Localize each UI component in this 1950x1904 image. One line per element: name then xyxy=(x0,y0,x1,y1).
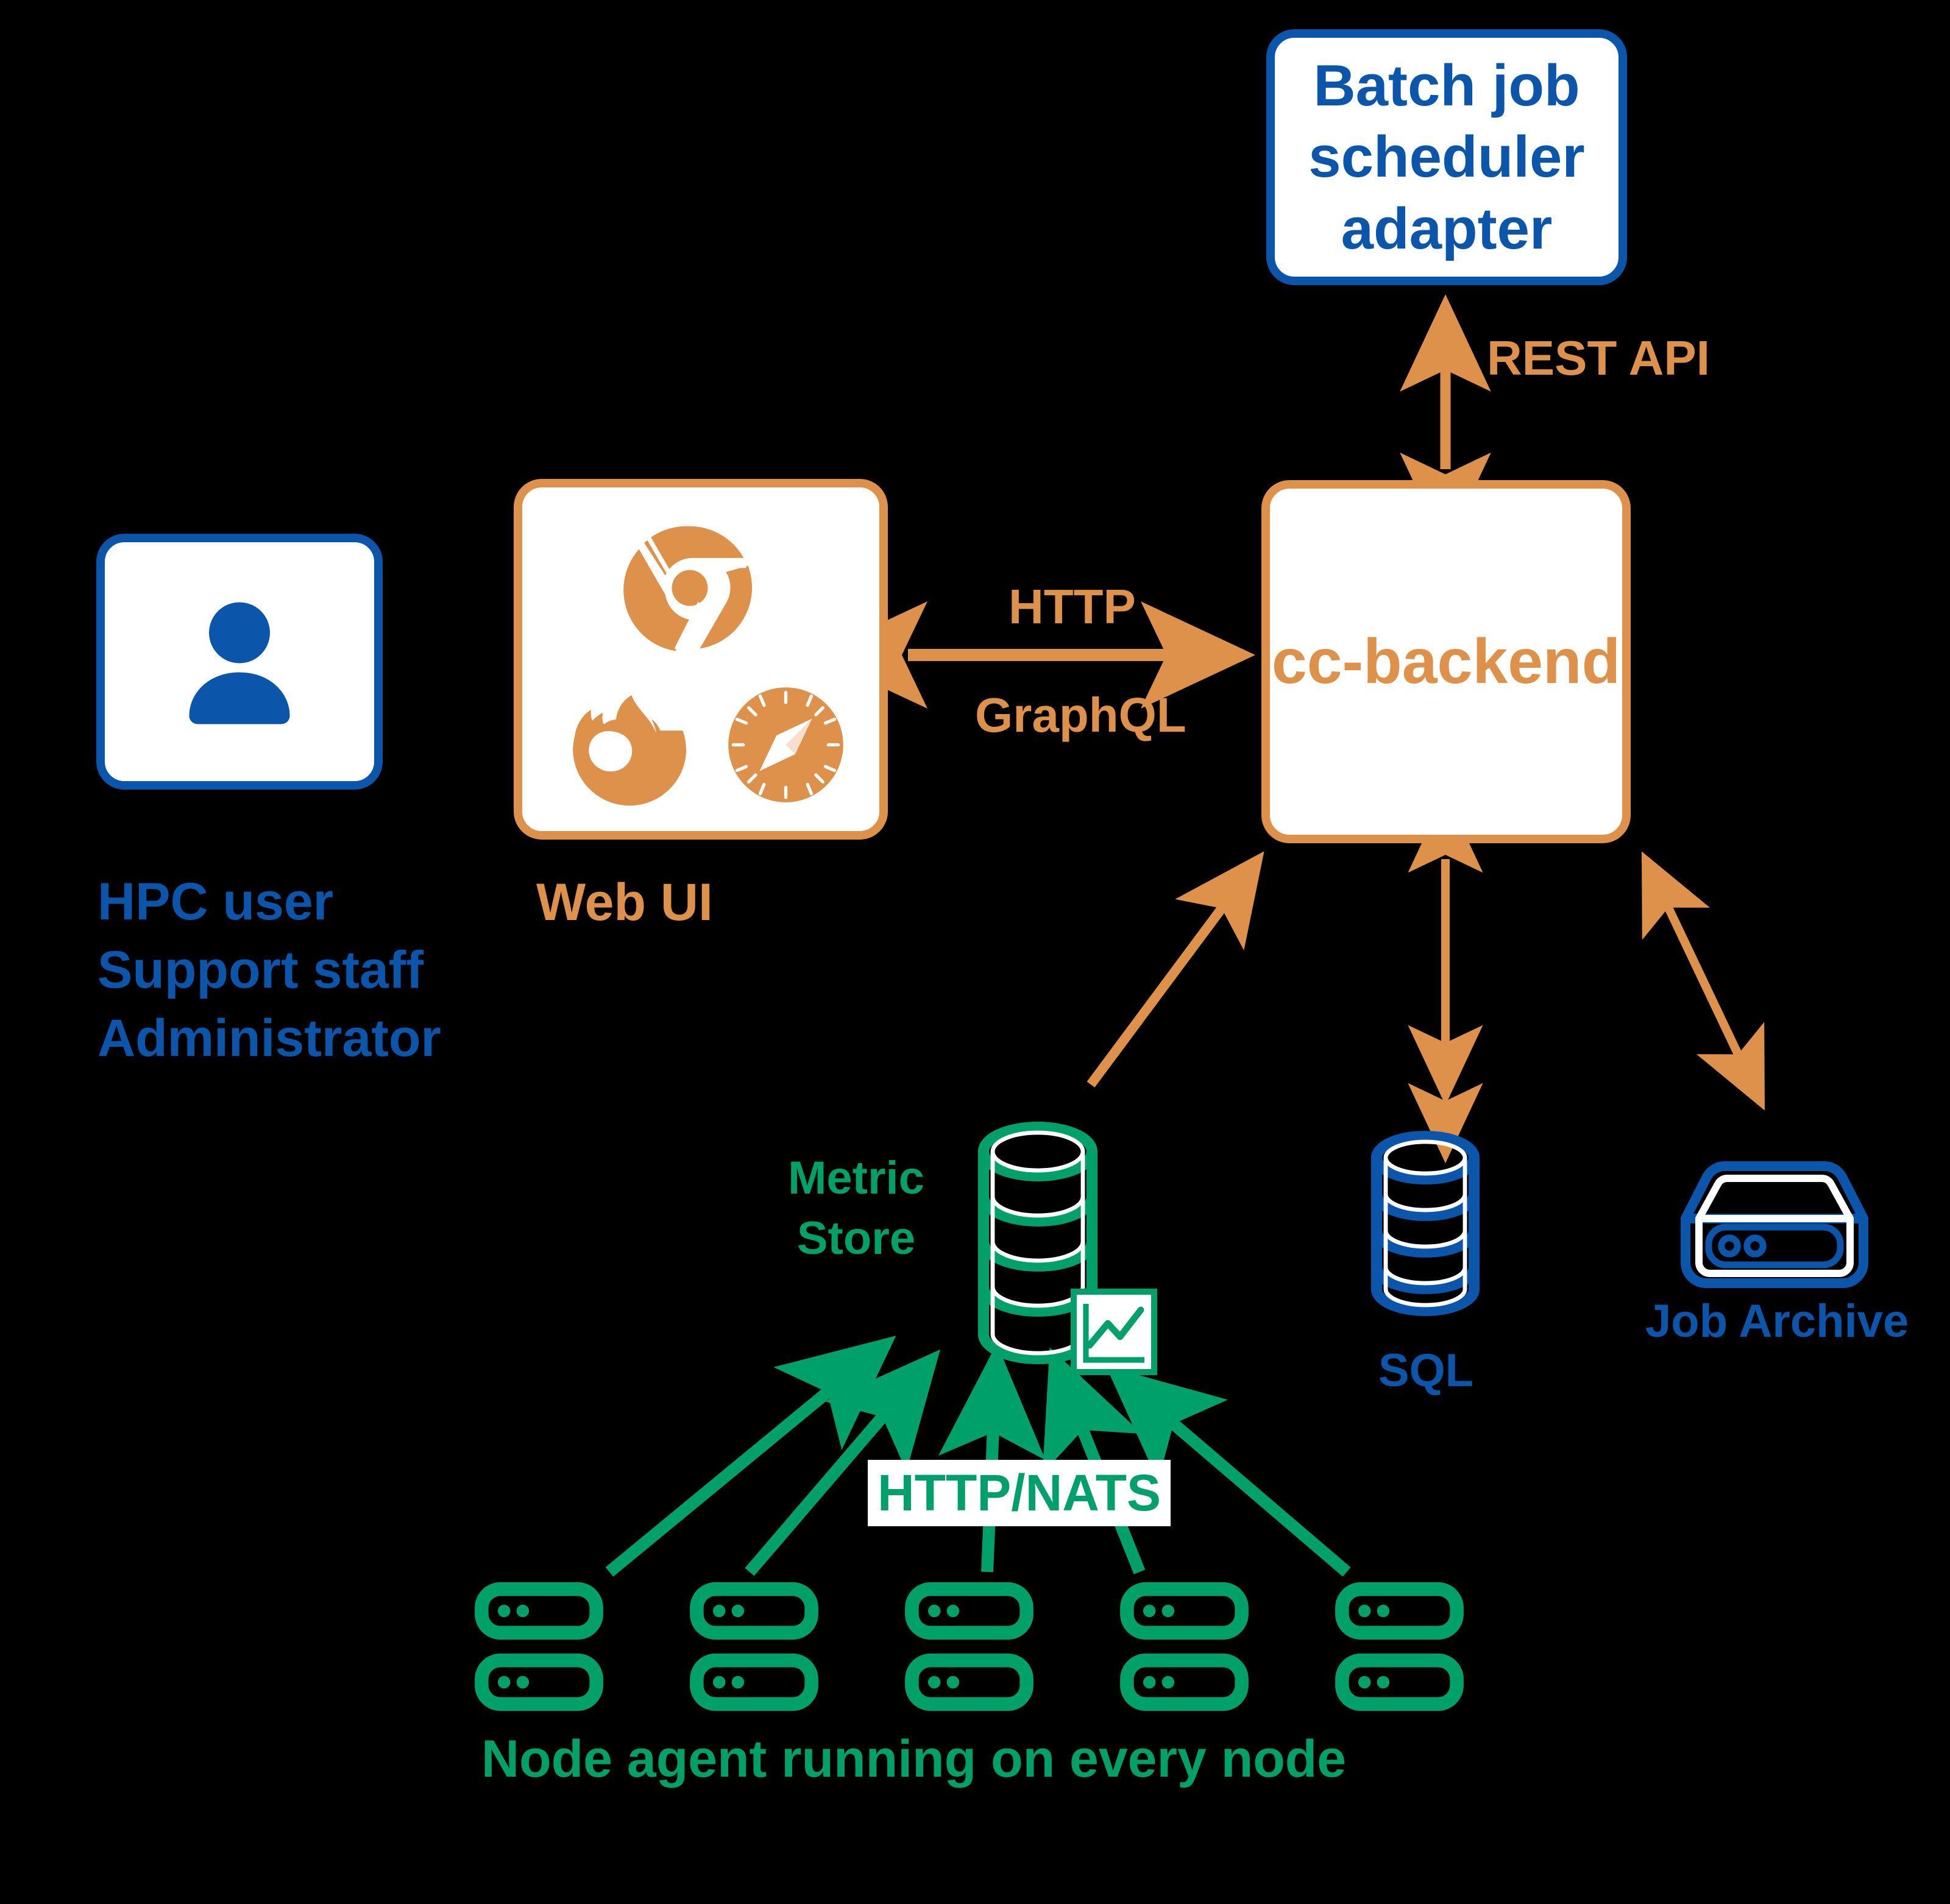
server-node-icon xyxy=(1120,1653,1249,1711)
firefox-icon xyxy=(569,695,686,806)
web-ui-box[interactable] xyxy=(514,479,888,840)
safari-icon xyxy=(728,687,843,802)
node-agent-icon[interactable] xyxy=(905,1653,1046,1716)
hard-drive-icon xyxy=(1681,1161,1868,1288)
sql-icon[interactable] xyxy=(1362,1128,1528,1323)
graphql-edge-label: GraphQL xyxy=(975,688,1186,742)
server-node-icon xyxy=(475,1582,603,1640)
database-cylinder-icon xyxy=(978,1122,1157,1375)
node-agent-icon[interactable] xyxy=(690,1582,831,1644)
line-chart-icon xyxy=(1071,1289,1157,1375)
batch-scheduler-adapter-box[interactable]: Batch job scheduler adapter xyxy=(1266,29,1627,285)
sql-caption: SQL xyxy=(1378,1345,1474,1396)
chrome-icon xyxy=(623,526,753,651)
hpc-user-box[interactable] xyxy=(96,534,383,790)
server-node-icon xyxy=(1335,1653,1464,1711)
rest-api-edge-label: REST API xyxy=(1487,331,1710,385)
hpc-user-roles-label: HPC user Support staff Administrator xyxy=(98,872,441,1067)
server-node-icon xyxy=(1120,1582,1249,1640)
server-node-icon xyxy=(905,1582,1034,1640)
cc-backend-box[interactable]: cc-backend xyxy=(1261,480,1631,843)
node-agent-icon[interactable] xyxy=(1120,1653,1261,1716)
cc-backend-label: cc-backend xyxy=(1271,626,1621,697)
node-agent-icon[interactable] xyxy=(690,1653,831,1716)
node-agent-grid xyxy=(475,1582,1476,1716)
node-agent-icon[interactable] xyxy=(1335,1653,1476,1716)
node-agent-icon[interactable] xyxy=(475,1653,615,1716)
server-node-icon xyxy=(690,1582,818,1640)
architecture-diagram: batch scheduler --> cc-backend --> SQL -… xyxy=(0,0,1950,1904)
http-nats-edge-label: HTTP/NATS xyxy=(868,1460,1171,1526)
node-agents-caption: Node agent running on every node xyxy=(481,1730,1347,1788)
server-node-icon xyxy=(1335,1582,1464,1640)
database-cylinder-icon xyxy=(1371,1131,1480,1317)
edge-metric-store-link xyxy=(1087,851,1264,1088)
job-archive-icon[interactable] xyxy=(1671,1152,1878,1304)
node-agent-icon[interactable] xyxy=(905,1582,1046,1644)
job-archive-caption: Job Archive xyxy=(1645,1295,1909,1347)
server-node-icon xyxy=(905,1653,1034,1711)
node-agent-icon[interactable] xyxy=(475,1582,615,1644)
node-agent-icon[interactable] xyxy=(1335,1582,1476,1644)
metric-store-caption: Metric Store xyxy=(788,1152,924,1264)
batch-scheduler-adapter-label: Batch job scheduler adapter xyxy=(1308,53,1585,261)
web-ui-caption: Web UI xyxy=(536,873,713,932)
edge-agents-to-metric-store xyxy=(605,1336,1351,1577)
edge-job-archive-link xyxy=(1641,851,1765,1111)
http-edge-label: HTTP xyxy=(1009,579,1136,634)
server-node-icon xyxy=(475,1653,603,1711)
person-icon xyxy=(189,602,290,724)
metric-store-icon[interactable] xyxy=(966,1121,1174,1377)
server-node-icon xyxy=(690,1653,818,1711)
node-agent-icon[interactable] xyxy=(1120,1582,1261,1644)
